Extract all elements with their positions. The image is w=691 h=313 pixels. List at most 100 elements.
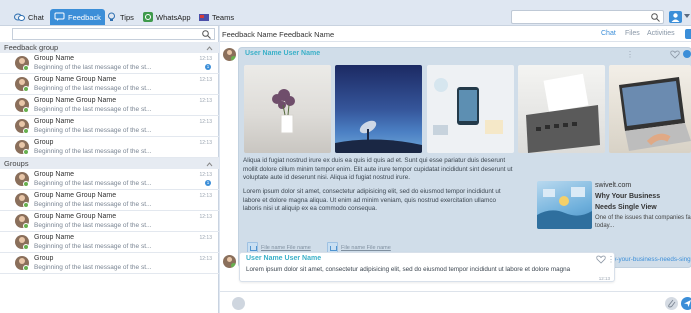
list-item[interactable]: Group Name Group Name Beginning of the l… bbox=[0, 211, 219, 232]
page-title: Feedback Name Feedback Name bbox=[222, 30, 335, 39]
tab-files[interactable]: Files bbox=[625, 30, 640, 37]
avatar bbox=[223, 48, 236, 61]
item-time: 12:13 bbox=[199, 193, 212, 199]
list-item[interactable]: Group Beginning of the last message of t… bbox=[0, 137, 219, 158]
user-menu-button[interactable] bbox=[669, 11, 682, 23]
list-item[interactable]: Group Name Beginning of the last message… bbox=[0, 116, 219, 137]
tab-chat[interactable]: Chat bbox=[601, 30, 616, 37]
item-time: 12:13 bbox=[199, 235, 212, 241]
paperclip-icon[interactable] bbox=[665, 297, 678, 310]
item-message: Beginning of the last message of the st.… bbox=[34, 85, 152, 92]
item-message: Beginning of the last message of the st.… bbox=[34, 106, 152, 113]
lightbulb-icon bbox=[106, 12, 117, 22]
item-time: 12:13 bbox=[199, 140, 212, 146]
chat-icon bbox=[14, 12, 25, 22]
chevron-up-icon[interactable] bbox=[206, 160, 213, 169]
item-name: Group bbox=[34, 255, 54, 262]
heart-icon[interactable] bbox=[670, 50, 680, 61]
link-preview-subtitle: Needs Single View bbox=[595, 204, 657, 211]
attachment-image-satellite[interactable] bbox=[335, 65, 422, 153]
chevron-up-icon[interactable] bbox=[206, 44, 213, 53]
item-message: Beginning of the last message of the st.… bbox=[34, 222, 152, 229]
online-status-dot bbox=[23, 149, 29, 155]
message-author: User Name User Name bbox=[245, 50, 321, 57]
section-title: Groups bbox=[4, 159, 29, 168]
collapse-icon[interactable] bbox=[683, 50, 691, 58]
message-text: Lorem ipsum dolor sit amet, consectetur … bbox=[246, 266, 571, 273]
tab-label: Feedback bbox=[68, 12, 101, 22]
more-options-icon[interactable]: ⋮ bbox=[607, 255, 615, 264]
list-item[interactable]: Group Beginning of the last message of t… bbox=[0, 253, 219, 274]
attachment-image-typewriter[interactable] bbox=[518, 65, 605, 153]
chat-main: Feedback Name Feedback Name Chat Files A… bbox=[220, 26, 691, 313]
feedback-icon bbox=[54, 12, 65, 22]
item-message: Beginning of the last message of the st.… bbox=[34, 201, 152, 208]
list-item[interactable]: Group Name Group Name Beginning of the l… bbox=[0, 95, 219, 116]
item-time: 12:13 bbox=[199, 172, 212, 178]
message-bubble[interactable]: User Name User Name ⋮ Lorem ipsum dolor … bbox=[239, 252, 615, 282]
item-time: 12:13 bbox=[199, 119, 212, 125]
tab-label: Chat bbox=[28, 12, 44, 22]
item-message: Beginning of the last message of the st.… bbox=[34, 127, 152, 134]
top-bar: Chat Feedback Tips WhatsApp Teams bbox=[0, 0, 691, 26]
item-name: Group Name Group Name bbox=[34, 97, 117, 104]
item-name: Group Name Group Name bbox=[34, 76, 117, 83]
heart-icon[interactable] bbox=[596, 255, 606, 266]
sidebar: Feedback group Group Name Beginning of t… bbox=[0, 26, 219, 313]
attachment-image-laptop[interactable] bbox=[609, 65, 691, 153]
item-name: Group Name bbox=[34, 55, 75, 62]
chevron-down-icon[interactable] bbox=[684, 14, 690, 18]
list-item[interactable]: Group Name Beginning of the last message… bbox=[0, 232, 219, 253]
tab-whatsapp[interactable]: WhatsApp bbox=[138, 9, 195, 25]
online-status-dot bbox=[23, 181, 29, 187]
list-item[interactable]: Group Name Beginning of the last message… bbox=[0, 169, 219, 190]
message-author: User Name User Name bbox=[246, 255, 322, 262]
tab-activities[interactable]: Activities bbox=[647, 30, 675, 37]
item-name: Group Name Group Name bbox=[34, 192, 117, 199]
search-icon[interactable] bbox=[651, 13, 660, 24]
message-paragraph: Lorem ipsum dolor sit amet, consectetur … bbox=[243, 188, 501, 212]
top-search-input[interactable] bbox=[511, 10, 664, 24]
whatsapp-icon bbox=[142, 12, 153, 22]
item-name: Group Name Group Name bbox=[34, 213, 117, 220]
item-name: Group bbox=[34, 139, 54, 146]
sidebar-search-input[interactable] bbox=[12, 28, 215, 40]
message-paragraph: Aliqua id fugiat nostrud irure ex duis e… bbox=[243, 157, 513, 181]
item-time: 12:13 bbox=[199, 256, 212, 262]
send-button[interactable] bbox=[681, 297, 691, 310]
item-time: 12:13 bbox=[199, 98, 212, 104]
attachment-image-desk[interactable] bbox=[427, 65, 514, 153]
section-header-feedback-group[interactable]: Feedback group bbox=[0, 42, 219, 53]
add-button[interactable] bbox=[685, 29, 691, 39]
search-icon[interactable] bbox=[202, 30, 211, 41]
file-name: File name File name bbox=[341, 244, 391, 251]
list-item[interactable]: Group Name Beginning of the last message… bbox=[0, 53, 219, 74]
message-time: 12:13 bbox=[598, 276, 610, 281]
emoji-icon[interactable] bbox=[232, 297, 245, 310]
attachment-image-flowers[interactable] bbox=[244, 65, 331, 153]
tab-teams[interactable]: Teams bbox=[194, 9, 238, 25]
list-item[interactable]: Group Name Group Name Beginning of the l… bbox=[0, 190, 219, 211]
online-status-dot bbox=[231, 56, 236, 61]
tab-label: Tips bbox=[120, 12, 134, 22]
online-status-dot bbox=[23, 86, 29, 92]
message-input[interactable] bbox=[250, 296, 660, 311]
tab-feedback[interactable]: Feedback bbox=[50, 9, 105, 25]
online-status-dot bbox=[231, 263, 236, 268]
more-options-icon[interactable]: ⋮ bbox=[626, 50, 634, 59]
file-name: File name File name bbox=[261, 244, 311, 251]
tab-tips[interactable]: Tips bbox=[102, 9, 138, 25]
link-preview-card[interactable]: swivelt.com Why Your Business Needs Sing… bbox=[537, 179, 691, 253]
section-header-groups[interactable]: Groups bbox=[0, 158, 219, 169]
list-item[interactable]: Group Name Group Name Beginning of the l… bbox=[0, 74, 219, 95]
link-preview-image bbox=[537, 181, 592, 229]
message-bubble-highlighted[interactable]: User Name User Name ⋮ Aliqua id fugiat n… bbox=[239, 48, 691, 272]
tab-chat[interactable]: Chat bbox=[10, 9, 48, 25]
unread-badge: 1 bbox=[205, 64, 211, 70]
teams-icon bbox=[198, 12, 209, 22]
unread-badge: 1 bbox=[205, 180, 211, 186]
item-time: 12:13 bbox=[199, 56, 212, 62]
item-time: 12:13 bbox=[199, 214, 212, 220]
link-preview-description: One of the issues that companies face to… bbox=[595, 215, 691, 229]
chat-header: Feedback Name Feedback Name Chat Files A… bbox=[220, 26, 691, 42]
